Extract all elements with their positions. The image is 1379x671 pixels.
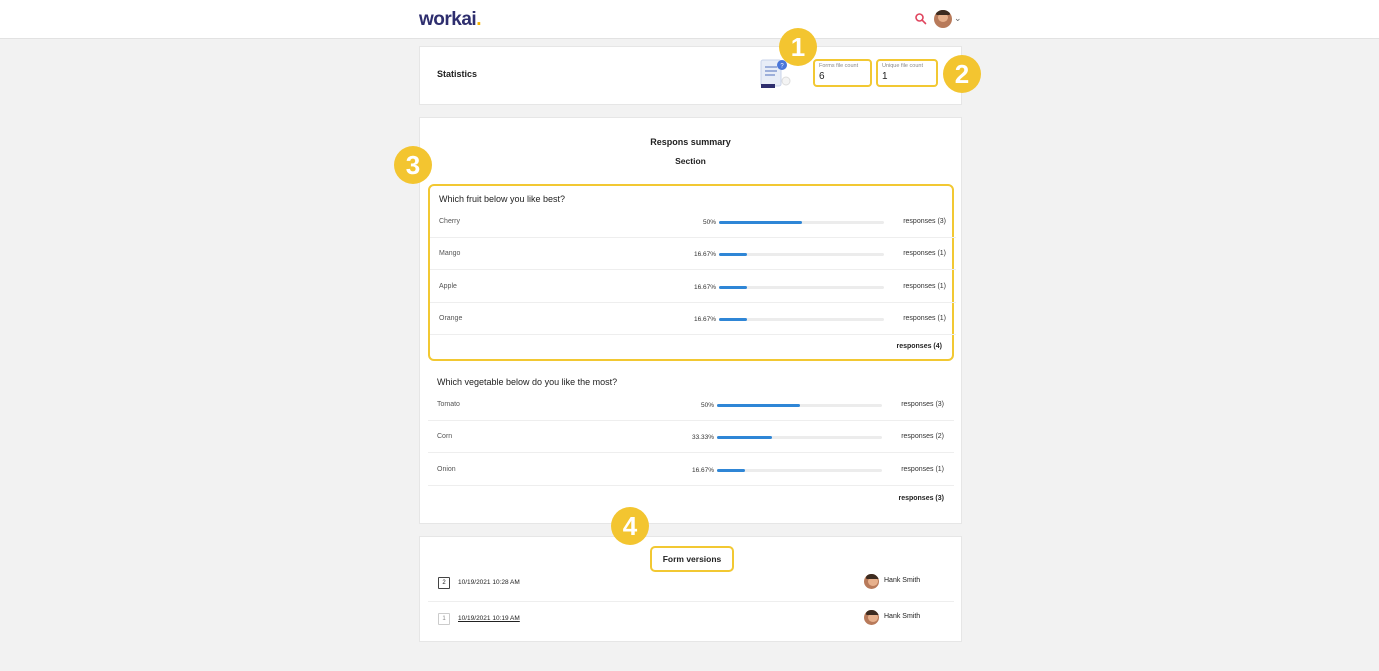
question-total-responses: responses (3) [898, 495, 944, 502]
option-percent: 16.67% [693, 251, 716, 258]
version-user: Hank Smith [884, 613, 921, 620]
question-title: Which fruit below you like best? [439, 194, 566, 204]
option-row: Tomato 50% responses (3) [428, 389, 954, 421]
version-number: 1 [438, 613, 450, 625]
option-label: Apple [439, 283, 457, 290]
option-responses: responses (2) [901, 433, 944, 440]
search-icon[interactable] [914, 12, 928, 26]
annotation-badge-2: 2 [943, 55, 981, 93]
progress-fill [719, 318, 747, 321]
annotation-badge-3: 3 [394, 146, 432, 184]
statistics-title: Statistics [437, 69, 478, 79]
annotation-badge-4: 4 [611, 507, 649, 545]
version-row[interactable]: 1 10/19/2021 10:19 AM Hank Smith [428, 602, 954, 638]
workai-logo[interactable]: workai. [419, 9, 481, 31]
option-label: Cherry [439, 218, 461, 225]
progress-track [717, 404, 882, 407]
question-vegetable: Which vegetable below do you like the mo… [428, 374, 954, 524]
form-versions-card: Form versions 2 10/19/2021 10:28 AM Hank… [419, 536, 962, 642]
section-title: Section [675, 156, 706, 166]
top-bar: workai. ⌄ [0, 0, 1379, 39]
option-responses: responses (3) [903, 218, 946, 225]
option-responses: responses (1) [903, 315, 946, 322]
forms-file-count: Forms file count 6 [813, 59, 872, 87]
option-responses: responses (3) [901, 401, 944, 408]
question-title: Which vegetable below do you like the mo… [437, 377, 618, 387]
response-summary-card: Respons summary Section Which fruit belo… [419, 117, 962, 524]
progress-fill [719, 253, 747, 256]
progress-track [717, 469, 882, 472]
option-percent: 16.67% [691, 467, 714, 474]
progress-track [719, 318, 884, 321]
progress-track [717, 436, 882, 439]
progress-track [719, 286, 884, 289]
version-date[interactable]: 10/19/2021 10:28 AM [458, 579, 520, 586]
option-percent: 33.33% [691, 434, 714, 441]
progress-fill [717, 404, 800, 407]
version-number: 2 [438, 577, 450, 589]
option-percent: 50% [700, 402, 714, 409]
user-avatar[interactable] [934, 10, 952, 28]
option-label: Orange [439, 315, 463, 322]
option-responses: responses (1) [903, 250, 946, 257]
progress-track [719, 221, 884, 224]
version-user: Hank Smith [884, 577, 921, 584]
option-row: Apple 16.67% responses (1) [430, 271, 956, 303]
option-responses: responses (1) [903, 283, 946, 290]
statistics-card: Statistics ? Forms file count 6 Unique f… [419, 46, 962, 105]
option-row: Mango 16.67% responses (1) [430, 238, 956, 270]
user-avatar [864, 610, 879, 625]
option-label: Tomato [437, 401, 460, 408]
progress-fill [717, 469, 745, 472]
progress-fill [719, 286, 747, 289]
unique-file-count: Unique file count 1 [876, 59, 938, 87]
question-total-responses: responses (4) [896, 343, 942, 350]
option-responses: responses (1) [901, 466, 944, 473]
option-row: Corn 33.33% responses (2) [428, 421, 954, 453]
option-row: Onion 16.67% responses (1) [428, 454, 954, 486]
annotation-badge-1: 1 [779, 28, 817, 66]
summary-title: Respons summary [650, 137, 731, 147]
version-date-link[interactable]: 10/19/2021 10:19 AM [458, 615, 520, 622]
progress-fill [717, 436, 772, 439]
chevron-down-icon[interactable]: ⌄ [954, 13, 962, 24]
option-percent: 16.67% [693, 284, 716, 291]
option-row: Cherry 50% responses (3) [430, 206, 956, 238]
option-row: Orange 16.67% responses (1) [430, 303, 956, 335]
progress-fill [719, 221, 802, 224]
progress-track [719, 253, 884, 256]
option-label: Corn [437, 433, 453, 440]
option-percent: 16.67% [693, 316, 716, 323]
option-label: Onion [437, 466, 456, 473]
question-fruit: Which fruit below you like best? Cherry … [428, 184, 956, 361]
option-label: Mango [439, 250, 461, 257]
user-avatar [864, 574, 879, 589]
option-percent: 50% [702, 219, 716, 226]
version-row[interactable]: 2 10/19/2021 10:28 AM Hank Smith [428, 566, 954, 602]
